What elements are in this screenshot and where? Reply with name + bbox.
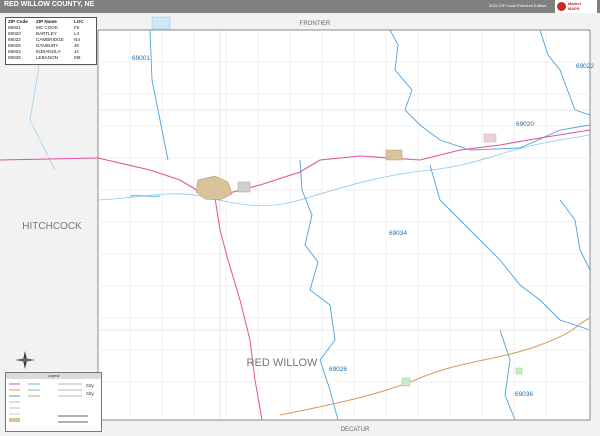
legend-city-label: City [86,383,94,388]
map-header: RED WILLOW COUNTY, NE 2024 ZIP Code Prem… [0,0,600,13]
east-county-area [590,30,600,420]
logo-mark-icon [557,2,566,11]
label-frontier: FRONTIER [300,21,331,27]
zip-label-69036: 69036 [515,391,533,398]
zip-label-69022: 69022 [576,63,594,70]
label-red-willow: RED WILLOW [247,357,319,369]
north-county-area [98,13,600,30]
label-decatur: DECATUR [341,427,370,433]
map-legend: Legend City City [5,372,102,432]
map-title: RED WILLOW COUNTY, NE [4,1,95,8]
label-hitchcock: HITCHCOCK [22,221,82,232]
lebanon-city [515,367,523,375]
zip-label-69001: 69001 [132,55,150,62]
zip-label-69020: 69020 [516,121,534,128]
zip-label-69034: 69034 [389,230,407,237]
bartley-city [483,133,497,143]
reservoir-area [151,16,171,30]
airport-area [237,181,251,193]
legend-city-swatch [9,418,20,422]
compass-rose-icon [15,351,35,369]
zip-code-table: ZIP Code ZIP Name LOC 69001 MC COOK F5 69020… [5,17,97,65]
legend-city-label-2: City [86,391,94,396]
logo-text: Market MAPS [568,1,581,11]
edition-label: 2024 ZIP Code Premium Edition [489,3,547,8]
danbury-city [401,377,411,387]
indianola-city [385,149,403,161]
zip-label-69026: 69026 [329,366,347,373]
market-maps-logo: Market MAPS [555,0,597,13]
